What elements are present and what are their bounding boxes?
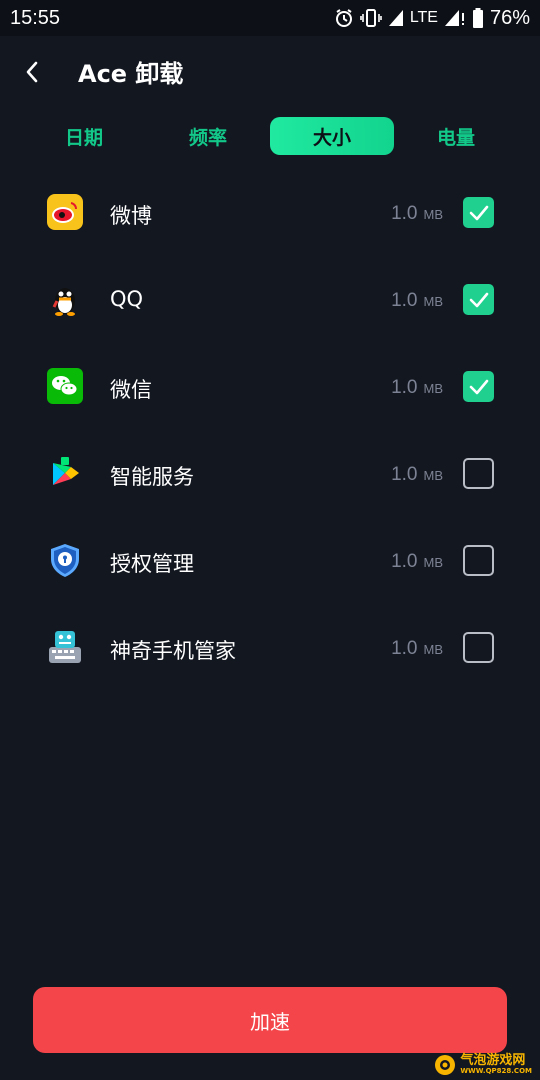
app-row-wechat[interactable]: 微信 1.0 MB bbox=[0, 344, 540, 431]
size-value: 1.0 bbox=[391, 203, 418, 224]
status-icons: LTE 76% bbox=[334, 7, 530, 30]
size-value: 1.0 bbox=[391, 290, 418, 311]
network-type: LTE bbox=[409, 9, 438, 26]
tab-battery[interactable]: 电量 bbox=[394, 117, 518, 155]
app-list: 微博 1.0 MB QQ 1.0 MB 微信 1.0 MB 智能服务 1.0 M… bbox=[0, 170, 540, 692]
size-value: 1.0 bbox=[391, 464, 418, 485]
back-arrow-icon bbox=[26, 61, 38, 83]
back-button[interactable] bbox=[14, 54, 50, 90]
size-unit: MB bbox=[423, 207, 444, 222]
check-icon bbox=[469, 379, 488, 394]
battery-level: 76% bbox=[489, 6, 530, 29]
size-value: 1.0 bbox=[391, 638, 418, 659]
app-row-weibo[interactable]: 微博 1.0 MB bbox=[0, 170, 540, 257]
watermark-url: WWW.QP828.COM bbox=[460, 1067, 532, 1076]
app-row-phone-manager[interactable]: 神奇手机管家 1.0 MB bbox=[0, 605, 540, 692]
select-checkbox[interactable] bbox=[463, 284, 494, 315]
tab-date[interactable]: 日期 bbox=[22, 117, 146, 155]
weibo-icon bbox=[47, 194, 83, 230]
app-size: 1.0 MB bbox=[391, 203, 443, 225]
signal-icon bbox=[388, 9, 404, 27]
size-unit: MB bbox=[423, 468, 444, 483]
check-icon bbox=[469, 292, 488, 307]
watermark-title: 气泡游戏网 bbox=[460, 1053, 526, 1068]
signal-icon-2 bbox=[444, 9, 466, 27]
size-value: 1.0 bbox=[391, 377, 418, 398]
tab-size[interactable]: 大小 bbox=[270, 117, 394, 155]
bubble-logo-icon bbox=[435, 1055, 456, 1075]
boost-button[interactable]: 加速 bbox=[33, 987, 507, 1053]
battery-icon bbox=[472, 8, 484, 28]
app-name: QQ bbox=[110, 287, 144, 311]
size-unit: MB bbox=[423, 555, 444, 570]
app-name: 微博 bbox=[110, 204, 152, 228]
check-icon bbox=[469, 205, 488, 220]
app-size: 1.0 MB bbox=[391, 464, 443, 486]
select-checkbox[interactable] bbox=[463, 371, 494, 402]
app-row-authorization[interactable]: 授权管理 1.0 MB bbox=[0, 518, 540, 605]
smart-service-icon bbox=[47, 455, 83, 491]
app-size: 1.0 MB bbox=[391, 290, 443, 312]
app-size: 1.0 MB bbox=[391, 638, 443, 660]
size-value: 1.0 bbox=[391, 551, 418, 572]
watermark: 气泡游戏网 WWW.QP828.COM bbox=[434, 1053, 532, 1076]
app-size: 1.0 MB bbox=[391, 551, 443, 573]
status-time: 15:55 bbox=[10, 6, 61, 29]
page-title: Ace 卸载 bbox=[78, 60, 184, 88]
app-name: 授权管理 bbox=[110, 552, 194, 576]
app-name: 微信 bbox=[110, 378, 152, 402]
phone-manager-icon bbox=[47, 629, 83, 665]
app-size: 1.0 MB bbox=[391, 377, 443, 399]
size-unit: MB bbox=[423, 642, 444, 657]
size-unit: MB bbox=[423, 294, 444, 309]
app-name: 神奇手机管家 bbox=[110, 639, 236, 663]
tab-frequency[interactable]: 频率 bbox=[146, 117, 270, 155]
app-name: 智能服务 bbox=[110, 465, 194, 489]
wechat-icon bbox=[47, 368, 83, 404]
vibrate-icon bbox=[360, 8, 382, 28]
qq-icon bbox=[47, 281, 83, 317]
status-bar: 15:55 LTE 76% bbox=[0, 0, 540, 36]
alarm-icon bbox=[334, 8, 354, 28]
select-checkbox[interactable] bbox=[463, 545, 494, 576]
sort-tabs: 日期 频率 大小 电量 bbox=[22, 117, 518, 157]
select-checkbox[interactable] bbox=[463, 458, 494, 489]
header: Ace 卸载 bbox=[0, 36, 540, 110]
select-checkbox[interactable] bbox=[463, 632, 494, 663]
app-row-smart-service[interactable]: 智能服务 1.0 MB bbox=[0, 431, 540, 518]
authorization-icon bbox=[47, 542, 83, 578]
select-checkbox[interactable] bbox=[463, 197, 494, 228]
app-row-qq[interactable]: QQ 1.0 MB bbox=[0, 257, 540, 344]
watermark-text: 气泡游戏网 WWW.QP828.COM bbox=[460, 1053, 532, 1076]
size-unit: MB bbox=[423, 381, 444, 396]
